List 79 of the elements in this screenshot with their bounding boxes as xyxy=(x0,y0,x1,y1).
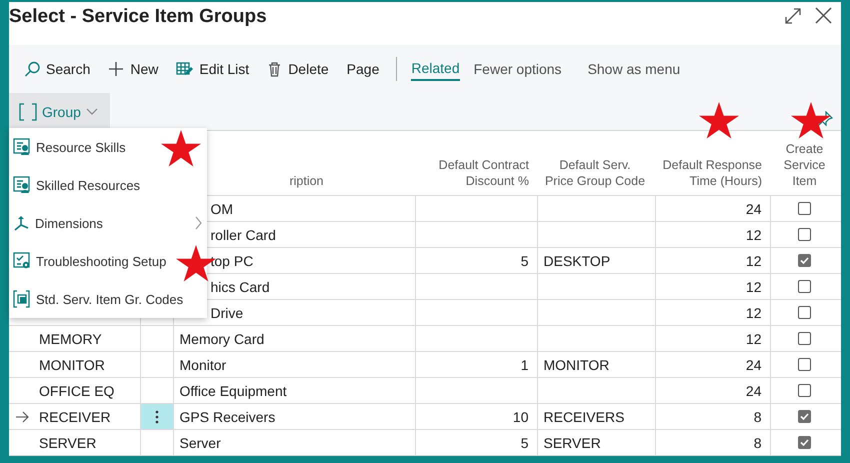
checkbox[interactable] xyxy=(798,306,812,319)
table-cell: RECEIVERS xyxy=(544,408,624,424)
window-title: Select - Service Item Groups xyxy=(9,6,267,28)
table-cell: Memory Card xyxy=(180,330,264,346)
table-cell: 12 xyxy=(746,252,762,268)
table-cell: SERVER xyxy=(544,434,601,450)
table-cell: 24 xyxy=(746,356,762,372)
checkbox[interactable] xyxy=(798,202,812,215)
table-cell: 5 xyxy=(520,252,528,268)
table-cell: 12 xyxy=(746,278,762,294)
table-cell: MEMORY xyxy=(39,330,102,346)
table-cell: Server xyxy=(180,434,221,450)
plus-icon xyxy=(108,61,124,77)
table-cell: 12 xyxy=(746,330,762,346)
table-cell: 10 xyxy=(512,408,528,424)
option-link[interactable]: Fewer options xyxy=(474,57,562,81)
table-cell: 24 xyxy=(746,382,762,398)
table-cell: 8 xyxy=(754,408,762,424)
column-header: Default Contract Discount % xyxy=(438,158,529,188)
menu-item[interactable]: Troubleshooting Setup xyxy=(9,242,207,280)
checkbox[interactable] xyxy=(798,332,812,345)
table-cell: roller Card xyxy=(210,226,276,242)
bracket-icon xyxy=(19,102,37,120)
table-cell: 5 xyxy=(520,434,528,450)
close-icon[interactable] xyxy=(814,6,833,25)
option-link[interactable]: Show as menu xyxy=(588,57,680,81)
group-button[interactable]: Group xyxy=(9,93,110,130)
table-cell: GPS Receivers xyxy=(180,408,276,424)
star-icon xyxy=(791,102,831,139)
table-cell: RECEIVER xyxy=(39,408,111,424)
table-cell: Drive xyxy=(210,304,244,320)
action-button[interactable]: Page xyxy=(340,57,386,81)
column-header: Default Response Time (Hours) xyxy=(662,158,762,188)
table-cell: 1 xyxy=(520,356,528,372)
action-button[interactable]: Edit List xyxy=(169,57,256,81)
table-cell: SERVER xyxy=(39,434,96,450)
table-cell: 24 xyxy=(746,200,762,216)
table-cell: MONITOR xyxy=(39,356,105,372)
table-cell: OFFICE EQ xyxy=(39,382,114,398)
chevron-icon xyxy=(86,107,98,116)
column-header: Default Serv. Price Group Code xyxy=(544,158,646,188)
axes-icon xyxy=(13,214,30,232)
star-icon xyxy=(699,102,739,139)
table-cell: 8 xyxy=(754,434,762,450)
table-cell: DESKTOP xyxy=(544,252,610,268)
checkbox[interactable] xyxy=(798,436,812,449)
menu-item[interactable]: Resource Skills xyxy=(9,128,207,166)
menu-item[interactable]: Std. Serv. Item Gr. Codes xyxy=(9,280,207,318)
checkbox[interactable] xyxy=(798,228,812,241)
table-cell: 12 xyxy=(746,304,762,320)
checkbox[interactable] xyxy=(798,410,812,423)
table-cell: MONITOR xyxy=(544,356,610,372)
table-cell: hics Card xyxy=(210,278,270,294)
person-list-icon xyxy=(13,138,31,156)
column-header: Create Service Item xyxy=(784,142,826,188)
checkbox[interactable] xyxy=(798,280,812,293)
checkbox[interactable] xyxy=(798,254,812,267)
checkbox[interactable] xyxy=(798,384,812,397)
star-icon xyxy=(161,130,201,167)
bracket-box-icon xyxy=(13,290,31,308)
table-cell: Monitor xyxy=(180,356,226,372)
checkbox[interactable] xyxy=(798,358,812,371)
action-button[interactable]: Delete xyxy=(260,57,336,81)
menu-item[interactable]: Dimensions xyxy=(9,204,207,242)
more-options-icon[interactable] xyxy=(154,408,160,424)
view-tab[interactable]: Related xyxy=(411,57,460,81)
expand-icon[interactable] xyxy=(784,6,802,24)
trash-icon xyxy=(267,61,282,77)
table-cell: 12 xyxy=(746,226,762,242)
table-cell: OM xyxy=(210,200,234,216)
gear-list-icon xyxy=(13,252,31,270)
person-list-icon xyxy=(13,176,31,194)
search-button[interactable]: Search xyxy=(17,57,98,81)
menu-item[interactable]: Skilled Resources xyxy=(9,166,207,204)
grid-edit-icon xyxy=(176,61,194,77)
action-button[interactable]: New xyxy=(101,57,166,81)
column-header: ription xyxy=(289,174,324,188)
table-cell: Office Equipment xyxy=(180,382,287,398)
search-icon xyxy=(24,61,40,77)
